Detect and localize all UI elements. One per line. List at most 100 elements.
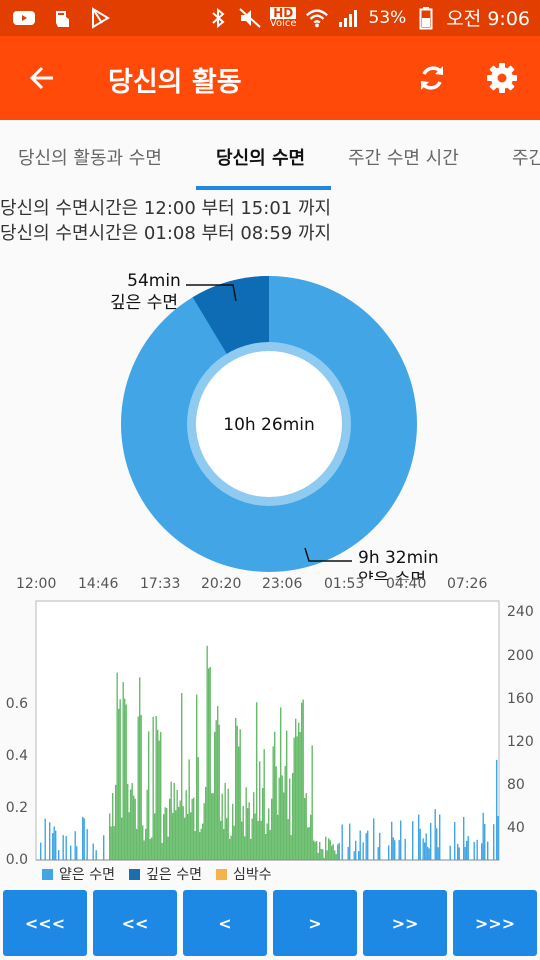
chart-bar [439, 814, 441, 860]
tab-activity-and-sleep[interactable]: 당신의 활동과 수면 [18, 144, 162, 170]
donut-center-label: 10h 26min [223, 415, 315, 435]
y-right-tick: 40 [507, 820, 525, 836]
chart-bar [320, 848, 322, 860]
chart-bar [400, 820, 402, 860]
chart-bar [362, 842, 364, 860]
chart-bar [449, 845, 451, 860]
chart-bar [178, 806, 180, 860]
sleep-donut-chart: 10h 26min 54min 깊은 수면 9h 32min 얕은 수면 [110, 271, 439, 580]
chart-bar [109, 813, 111, 860]
chart-bar [217, 706, 219, 860]
y-right-tick: 120 [507, 734, 534, 750]
chart-bar [118, 708, 120, 860]
chart-bar [305, 793, 307, 860]
chart-bar [49, 822, 51, 860]
chart-bar [329, 840, 331, 860]
back-button[interactable] [22, 58, 62, 98]
chart-bar [298, 722, 300, 860]
chart-bar [434, 809, 436, 860]
chart-bar [241, 821, 243, 860]
chart-bar [142, 825, 144, 860]
refresh-icon [421, 66, 443, 90]
chart-bar [319, 841, 321, 860]
nav-last-button[interactable]: >>> [453, 890, 537, 956]
chart-bar [428, 848, 430, 860]
hd-voice-icon: HD Voice [270, 6, 297, 29]
nav-next-page-button[interactable]: >> [363, 890, 447, 956]
chart-bar [202, 823, 204, 860]
legend-item: 얕은 수면 [42, 864, 115, 884]
chart-bar [58, 850, 60, 860]
chart-bar [121, 817, 123, 860]
hd-label: HD [270, 6, 297, 19]
chart-bar [464, 846, 466, 860]
legend-item: 깊은 수면 [128, 864, 202, 884]
chart-bar [136, 828, 138, 860]
chart-bar [338, 842, 340, 860]
chart-bar [398, 840, 400, 860]
chart-bar [251, 818, 253, 860]
chart-bar [257, 820, 259, 860]
chart-bar [112, 793, 114, 860]
x-tick-label: 23:06 [262, 576, 303, 592]
nav-first-button[interactable]: <<< [3, 890, 87, 956]
chart-bar [482, 812, 484, 860]
chart-bar [250, 838, 252, 860]
chart-bar [227, 788, 229, 860]
chart-bar [355, 840, 357, 860]
chart-bar [265, 834, 267, 860]
nav-prev-button[interactable]: < [183, 890, 267, 956]
tab-your-sleep[interactable]: 당신의 수면 [216, 144, 305, 170]
chart-bar [419, 828, 421, 860]
chart-bar [52, 833, 54, 860]
chart-bar [311, 745, 313, 860]
chart-bar [260, 820, 262, 860]
chart-bar [158, 740, 160, 860]
tab-weekly-sleep-time[interactable]: 주간 수면 시간 [348, 144, 459, 170]
chart-bar [160, 732, 162, 860]
nav-next-button[interactable]: > [273, 890, 357, 956]
chart-bar [203, 803, 205, 860]
chart-bar [244, 836, 246, 860]
chart-bar [278, 777, 280, 860]
chart-bar [133, 795, 135, 860]
chart-bar [164, 807, 166, 860]
chart-bar [176, 789, 178, 860]
chart-bar [266, 823, 268, 860]
chart-bar [220, 820, 222, 860]
chart-bar [493, 824, 495, 860]
chart-bar [169, 798, 171, 860]
legend-label: 얕은 수면 [59, 867, 115, 883]
chart-bar [377, 847, 379, 860]
refresh-button[interactable] [412, 58, 452, 98]
tab-bar: 당신의 활동과 수면 당신의 수면 주간 수면 시간 주간 [0, 120, 540, 192]
chart-bar [163, 814, 165, 860]
chart-bar [230, 835, 232, 860]
tab-weekly[interactable]: 주간 [512, 144, 540, 170]
chart-bar [280, 707, 282, 860]
chart-bar [349, 823, 351, 860]
sleep-activity-chart: 0.0 0.2 0.4 0.6 40 80 120 160 200 240 [6, 600, 534, 868]
chart-bar [172, 812, 174, 860]
chart-bar [314, 841, 316, 860]
deep-label-time: 54min [127, 271, 181, 291]
settings-button[interactable] [482, 58, 522, 98]
chart-bar [466, 840, 468, 860]
chart-bar [226, 818, 228, 860]
chart-bar [253, 792, 255, 860]
chart-bar [179, 800, 181, 860]
chart-bar [76, 846, 78, 860]
y-right-tick: 160 [507, 691, 534, 707]
chart-bar [115, 784, 117, 860]
chart-bar [367, 830, 369, 860]
chart-bar [40, 842, 42, 860]
chart-bar [125, 704, 127, 860]
x-tick-label: 14:46 [78, 576, 119, 592]
time-axis: 12:00 14:46 17:33 20:20 23:06 01:53 04:4… [0, 576, 540, 596]
nav-prev-page-button[interactable]: << [93, 890, 177, 956]
chart-bar [275, 766, 277, 860]
chart-bar [44, 818, 46, 860]
legend-label: 심박수 [232, 867, 272, 883]
chart-bar [200, 828, 202, 860]
chart-bar [191, 798, 193, 860]
